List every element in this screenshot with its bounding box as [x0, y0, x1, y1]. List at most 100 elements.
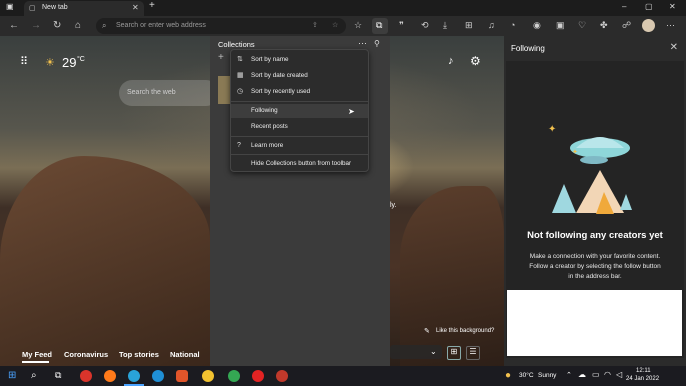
- like-background-link[interactable]: Like this background?: [436, 328, 494, 334]
- close-tab-icon[interactable]: ✕: [132, 3, 139, 12]
- rock-formation-right: [400, 186, 504, 366]
- menu-item-sort-by-recent[interactable]: ◷ Sort by recently used: [231, 85, 368, 99]
- menu-item-sort-by-name[interactable]: ⇅ Sort by name: [231, 53, 368, 67]
- maximize-icon[interactable]: ▢: [645, 3, 653, 11]
- downloads-icon[interactable]: ⤓: [443, 20, 447, 30]
- clock-time[interactable]: 12:11: [636, 368, 651, 374]
- menu-item-sort-by-date[interactable]: ▦ Sort by date created: [231, 69, 368, 83]
- menu-item-label: Following: [251, 107, 278, 114]
- tab-actions-icon[interactable]: ▣: [6, 3, 14, 11]
- grid-view-icon[interactable]: ⊞: [447, 346, 461, 360]
- tray-temperature[interactable]: 30°C: [519, 372, 534, 379]
- back-icon[interactable]: ←: [9, 20, 19, 31]
- menu-divider: [231, 154, 368, 155]
- chevron-up-icon[interactable]: ⌃: [566, 371, 572, 379]
- empty-state-title: Not following any creators yet: [527, 230, 663, 241]
- more-options-icon[interactable]: ⋯: [358, 38, 367, 49]
- weather-temperature[interactable]: 29: [62, 55, 76, 70]
- taskbar: ⊞ ⌕ ⧉ ● 30°C Sunny ⌃ ☁ ▭ ◠ ◁ 12:11 24 Ja…: [0, 366, 686, 386]
- empty-state-desc-1: Make a connection with your favorite con…: [529, 253, 661, 260]
- feedback-icon[interactable]: ☍: [622, 20, 631, 30]
- refresh-icon[interactable]: ↻: [53, 20, 61, 31]
- extension-icon[interactable]: ◉: [533, 20, 541, 30]
- svg-text:✦: ✦: [548, 124, 556, 135]
- sort-name-icon: ⇅: [237, 56, 243, 63]
- rock-formation-left: [0, 156, 210, 366]
- chevron-down-icon: ⌄: [430, 347, 437, 356]
- history-icon[interactable]: ⟲: [421, 20, 429, 30]
- wifi-icon[interactable]: ◠: [604, 370, 611, 379]
- menu-item-hide-collections[interactable]: Hide Collections button from toolbar: [231, 157, 368, 171]
- chrome-icon[interactable]: [228, 370, 240, 382]
- edge-dev-icon[interactable]: [152, 370, 164, 382]
- gear-icon[interactable]: ⚙: [470, 54, 481, 68]
- menu-item-label: Sort by recently used: [251, 88, 311, 95]
- vivaldi-icon[interactable]: [80, 370, 92, 382]
- recorder-icon[interactable]: [276, 370, 288, 382]
- page-icon: ▢: [29, 5, 36, 12]
- empty-illustration: ✦ ✦: [548, 124, 632, 214]
- layout-dropdown[interactable]: ⌄: [390, 345, 442, 359]
- games-icon[interactable]: ▣: [556, 20, 565, 30]
- feed-tab-coronavirus[interactable]: Coronavirus: [64, 350, 108, 359]
- favorites-icon[interactable]: ☆: [354, 20, 362, 30]
- firefox-icon[interactable]: [104, 370, 116, 382]
- collections-icon: ⧉: [376, 20, 383, 30]
- edge-canary-icon[interactable]: [202, 370, 214, 382]
- youtube-icon[interactable]: [252, 370, 264, 382]
- search-icon: ⌕: [102, 21, 107, 30]
- empty-state-desc-2: Follow a creator by selecting the follow…: [529, 263, 661, 270]
- more-icon[interactable]: ⋯: [666, 20, 675, 30]
- tray-condition[interactable]: Sunny: [538, 372, 556, 379]
- list-view-icon[interactable]: ☰: [466, 346, 480, 360]
- clock-date[interactable]: 24 Jan 2022: [626, 376, 659, 382]
- search-icon[interactable]: ⌕: [31, 370, 37, 381]
- empty-state-desc-3: in the address bar.: [568, 273, 622, 280]
- menu-divider: [231, 101, 368, 102]
- menu-divider: [231, 136, 368, 137]
- tab-title: New tab: [42, 4, 68, 11]
- feed-tab-top-stories[interactable]: Top stories: [119, 350, 159, 359]
- feed-tab-national[interactable]: National: [170, 350, 200, 359]
- home-icon[interactable]: ⌂: [75, 20, 81, 31]
- close-window-icon[interactable]: ✕: [669, 3, 676, 11]
- volume-icon[interactable]: ◁: [616, 370, 622, 379]
- new-tab-icon[interactable]: +: [149, 1, 155, 11]
- add-favorite-icon[interactable]: ☆: [332, 21, 338, 29]
- performance-icon[interactable]: ◔: [510, 20, 515, 30]
- task-view-icon[interactable]: ⧉: [55, 370, 61, 381]
- question-icon: ?: [237, 142, 241, 149]
- close-icon[interactable]: ✕: [670, 42, 678, 53]
- quote-icon[interactable]: ❞: [399, 20, 404, 30]
- pin-panel-icon[interactable]: ⚲: [374, 39, 380, 48]
- menu-item-learn-more[interactable]: ? Learn more: [231, 139, 368, 153]
- edge-icon[interactable]: [128, 370, 140, 382]
- cloud-icon[interactable]: ☁: [578, 370, 586, 379]
- tab-new-tab[interactable]: ▢ New tab ✕: [24, 1, 144, 16]
- following-panel: Following ✕ ✦ ✦ Not following any creato…: [504, 36, 686, 366]
- minimize-icon[interactable]: –: [622, 3, 626, 11]
- collections-button[interactable]: ⧉: [372, 18, 388, 34]
- brave-icon[interactable]: [176, 370, 188, 382]
- forward-icon[interactable]: →: [31, 20, 41, 31]
- weather-icon: ●: [505, 370, 512, 381]
- menu-item-following[interactable]: Following ➤: [231, 104, 368, 118]
- windows-start-icon[interactable]: ⊞: [8, 370, 16, 381]
- app-launcher-icon[interactable]: ⠿: [20, 55, 28, 68]
- extensions-icon[interactable]: ✤: [600, 20, 608, 30]
- address-bar[interactable]: ⌕ Search or enter web address ⇪ ☆: [96, 18, 346, 34]
- feed-tab-my-feed[interactable]: My Feed: [22, 350, 52, 359]
- apps-icon[interactable]: ⊞: [465, 20, 473, 30]
- bell-icon[interactable]: ♪: [448, 55, 454, 67]
- active-tab-underline: [22, 361, 49, 363]
- partial-text: ly.: [390, 202, 397, 209]
- toolbar: ← → ↻ ⌂ ⌕ Search or enter web address ⇪ …: [0, 16, 686, 36]
- web-search-box[interactable]: Search the web: [119, 80, 219, 106]
- notifications-icon[interactable]: ♫: [488, 20, 495, 30]
- profile-avatar[interactable]: [642, 19, 655, 32]
- add-collection-icon[interactable]: +: [218, 52, 224, 63]
- menu-item-recent-posts[interactable]: Recent posts: [231, 120, 368, 134]
- share-icon[interactable]: ⇪: [312, 21, 318, 29]
- monitor-icon[interactable]: ▭: [592, 370, 600, 379]
- security-icon[interactable]: ♡: [578, 20, 586, 30]
